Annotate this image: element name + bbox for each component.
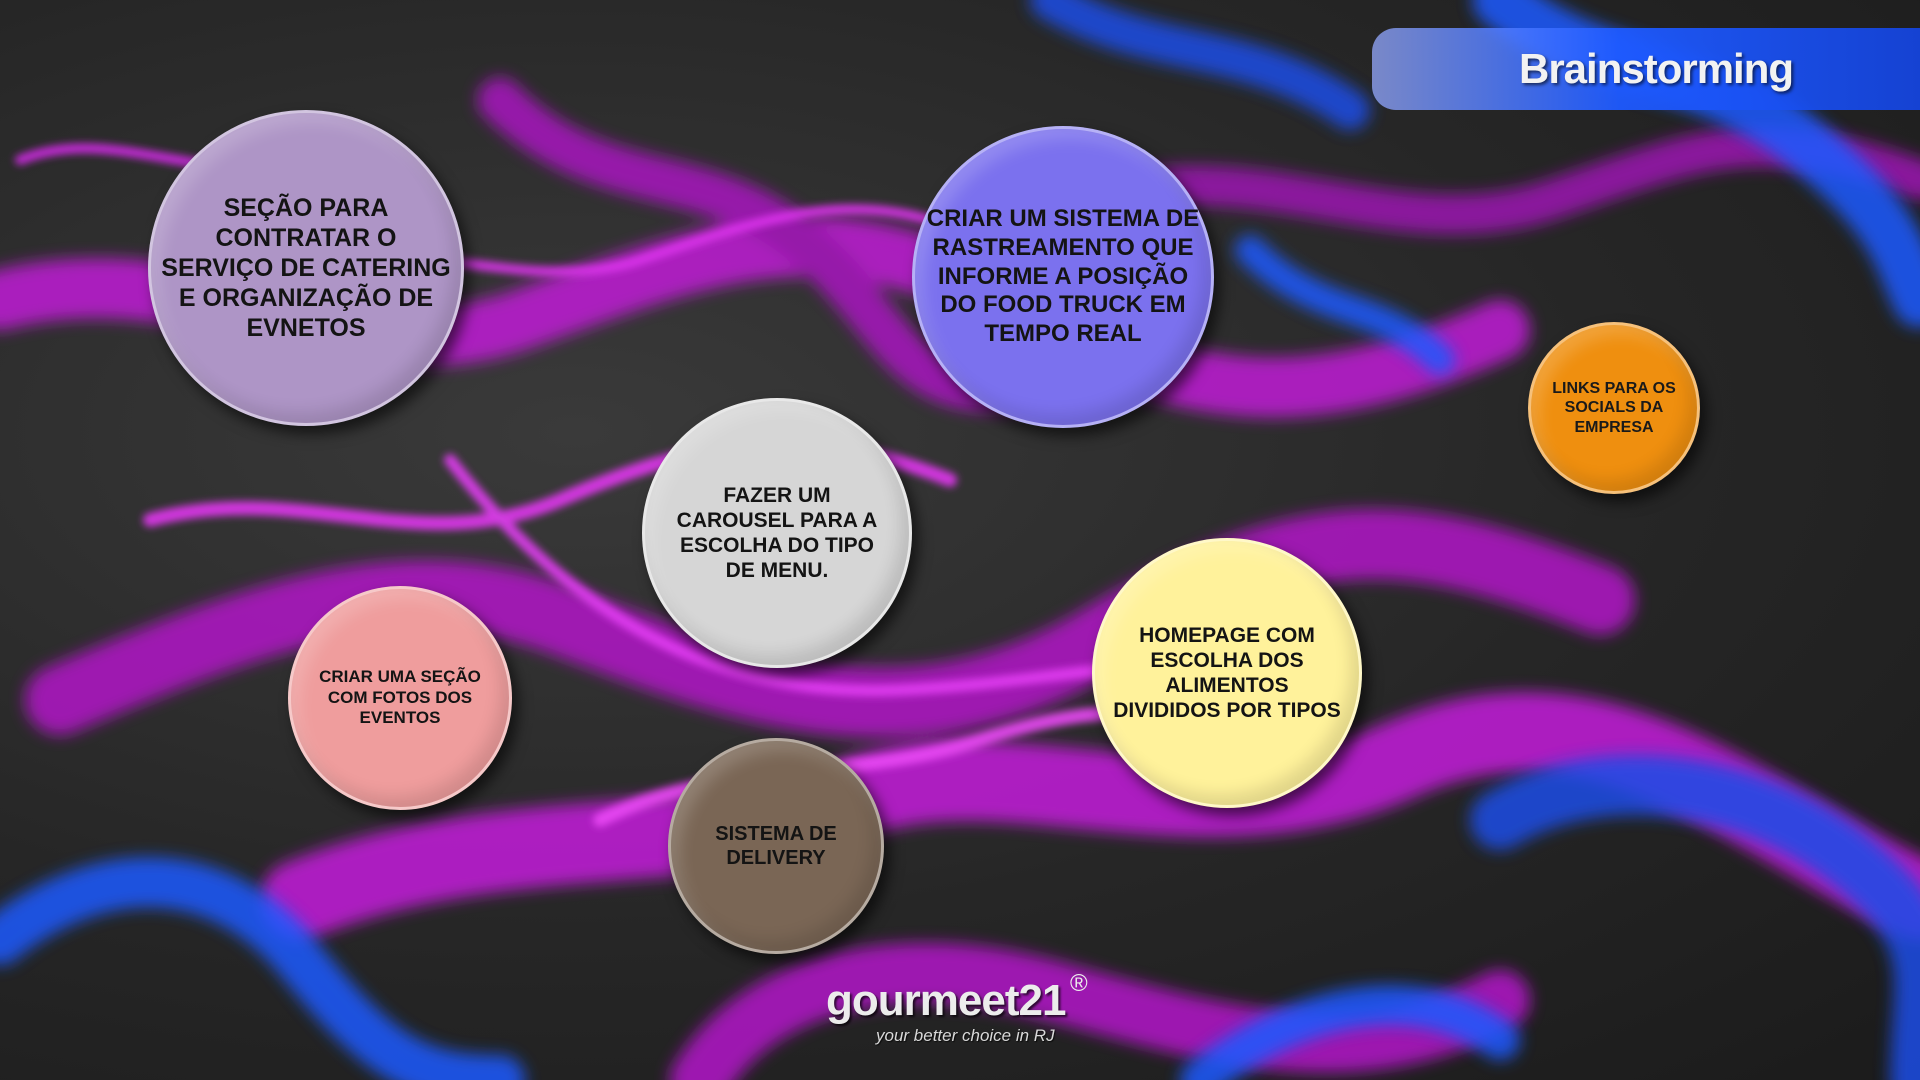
idea-text: LINKS PARA OS SOCIALS DA EMPRESA	[1552, 380, 1676, 436]
idea-bubble-social-links: LINKS PARA OS SOCIALS DA EMPRESA	[1528, 322, 1700, 494]
idea-text: CRIAR UMA SEÇÃO COM FOTOS DOS EVENTOS	[319, 667, 481, 728]
idea-bubble-tracking: CRIAR UM SISTEMA DE RASTREAMENTO QUE INF…	[912, 126, 1214, 428]
logo-wordmark: gourmeet21	[826, 976, 1066, 1025]
slide-title: Brainstorming	[1518, 45, 1794, 92]
idea-bubble-catering: SEÇÃO PARA CONTRATAR O SERVIÇO DE CATERI…	[148, 110, 464, 426]
idea-bubble-delivery: SISTEMA DE DELIVERY	[668, 738, 884, 954]
idea-text: SISTEMA DE DELIVERY	[715, 823, 837, 869]
registered-mark: ®	[1070, 970, 1088, 997]
idea-bubble-homepage: HOMEPAGE COM ESCOLHA DOS ALIMENTOS DIVID…	[1092, 538, 1362, 808]
idea-text: CRIAR UM SISTEMA DE RASTREAMENTO QUE INF…	[926, 205, 1200, 348]
idea-text: FAZER UM CAROUSEL PARA A ESCOLHA DO TIPO…	[676, 483, 878, 583]
brand-logo: gourmeet21 ® your better choice in RJ	[820, 970, 1100, 1076]
logo-tagline: your better choice in RJ	[876, 1026, 1055, 1045]
idea-bubble-event-photos: CRIAR UMA SEÇÃO COM FOTOS DOS EVENTOS	[288, 586, 512, 810]
idea-bubble-carousel: FAZER UM CAROUSEL PARA A ESCOLHA DO TIPO…	[642, 398, 912, 668]
idea-text: HOMEPAGE COM ESCOLHA DOS ALIMENTOS DIVID…	[1113, 623, 1341, 723]
idea-text: SEÇÃO PARA CONTRATAR O SERVIÇO DE CATERI…	[161, 194, 451, 342]
